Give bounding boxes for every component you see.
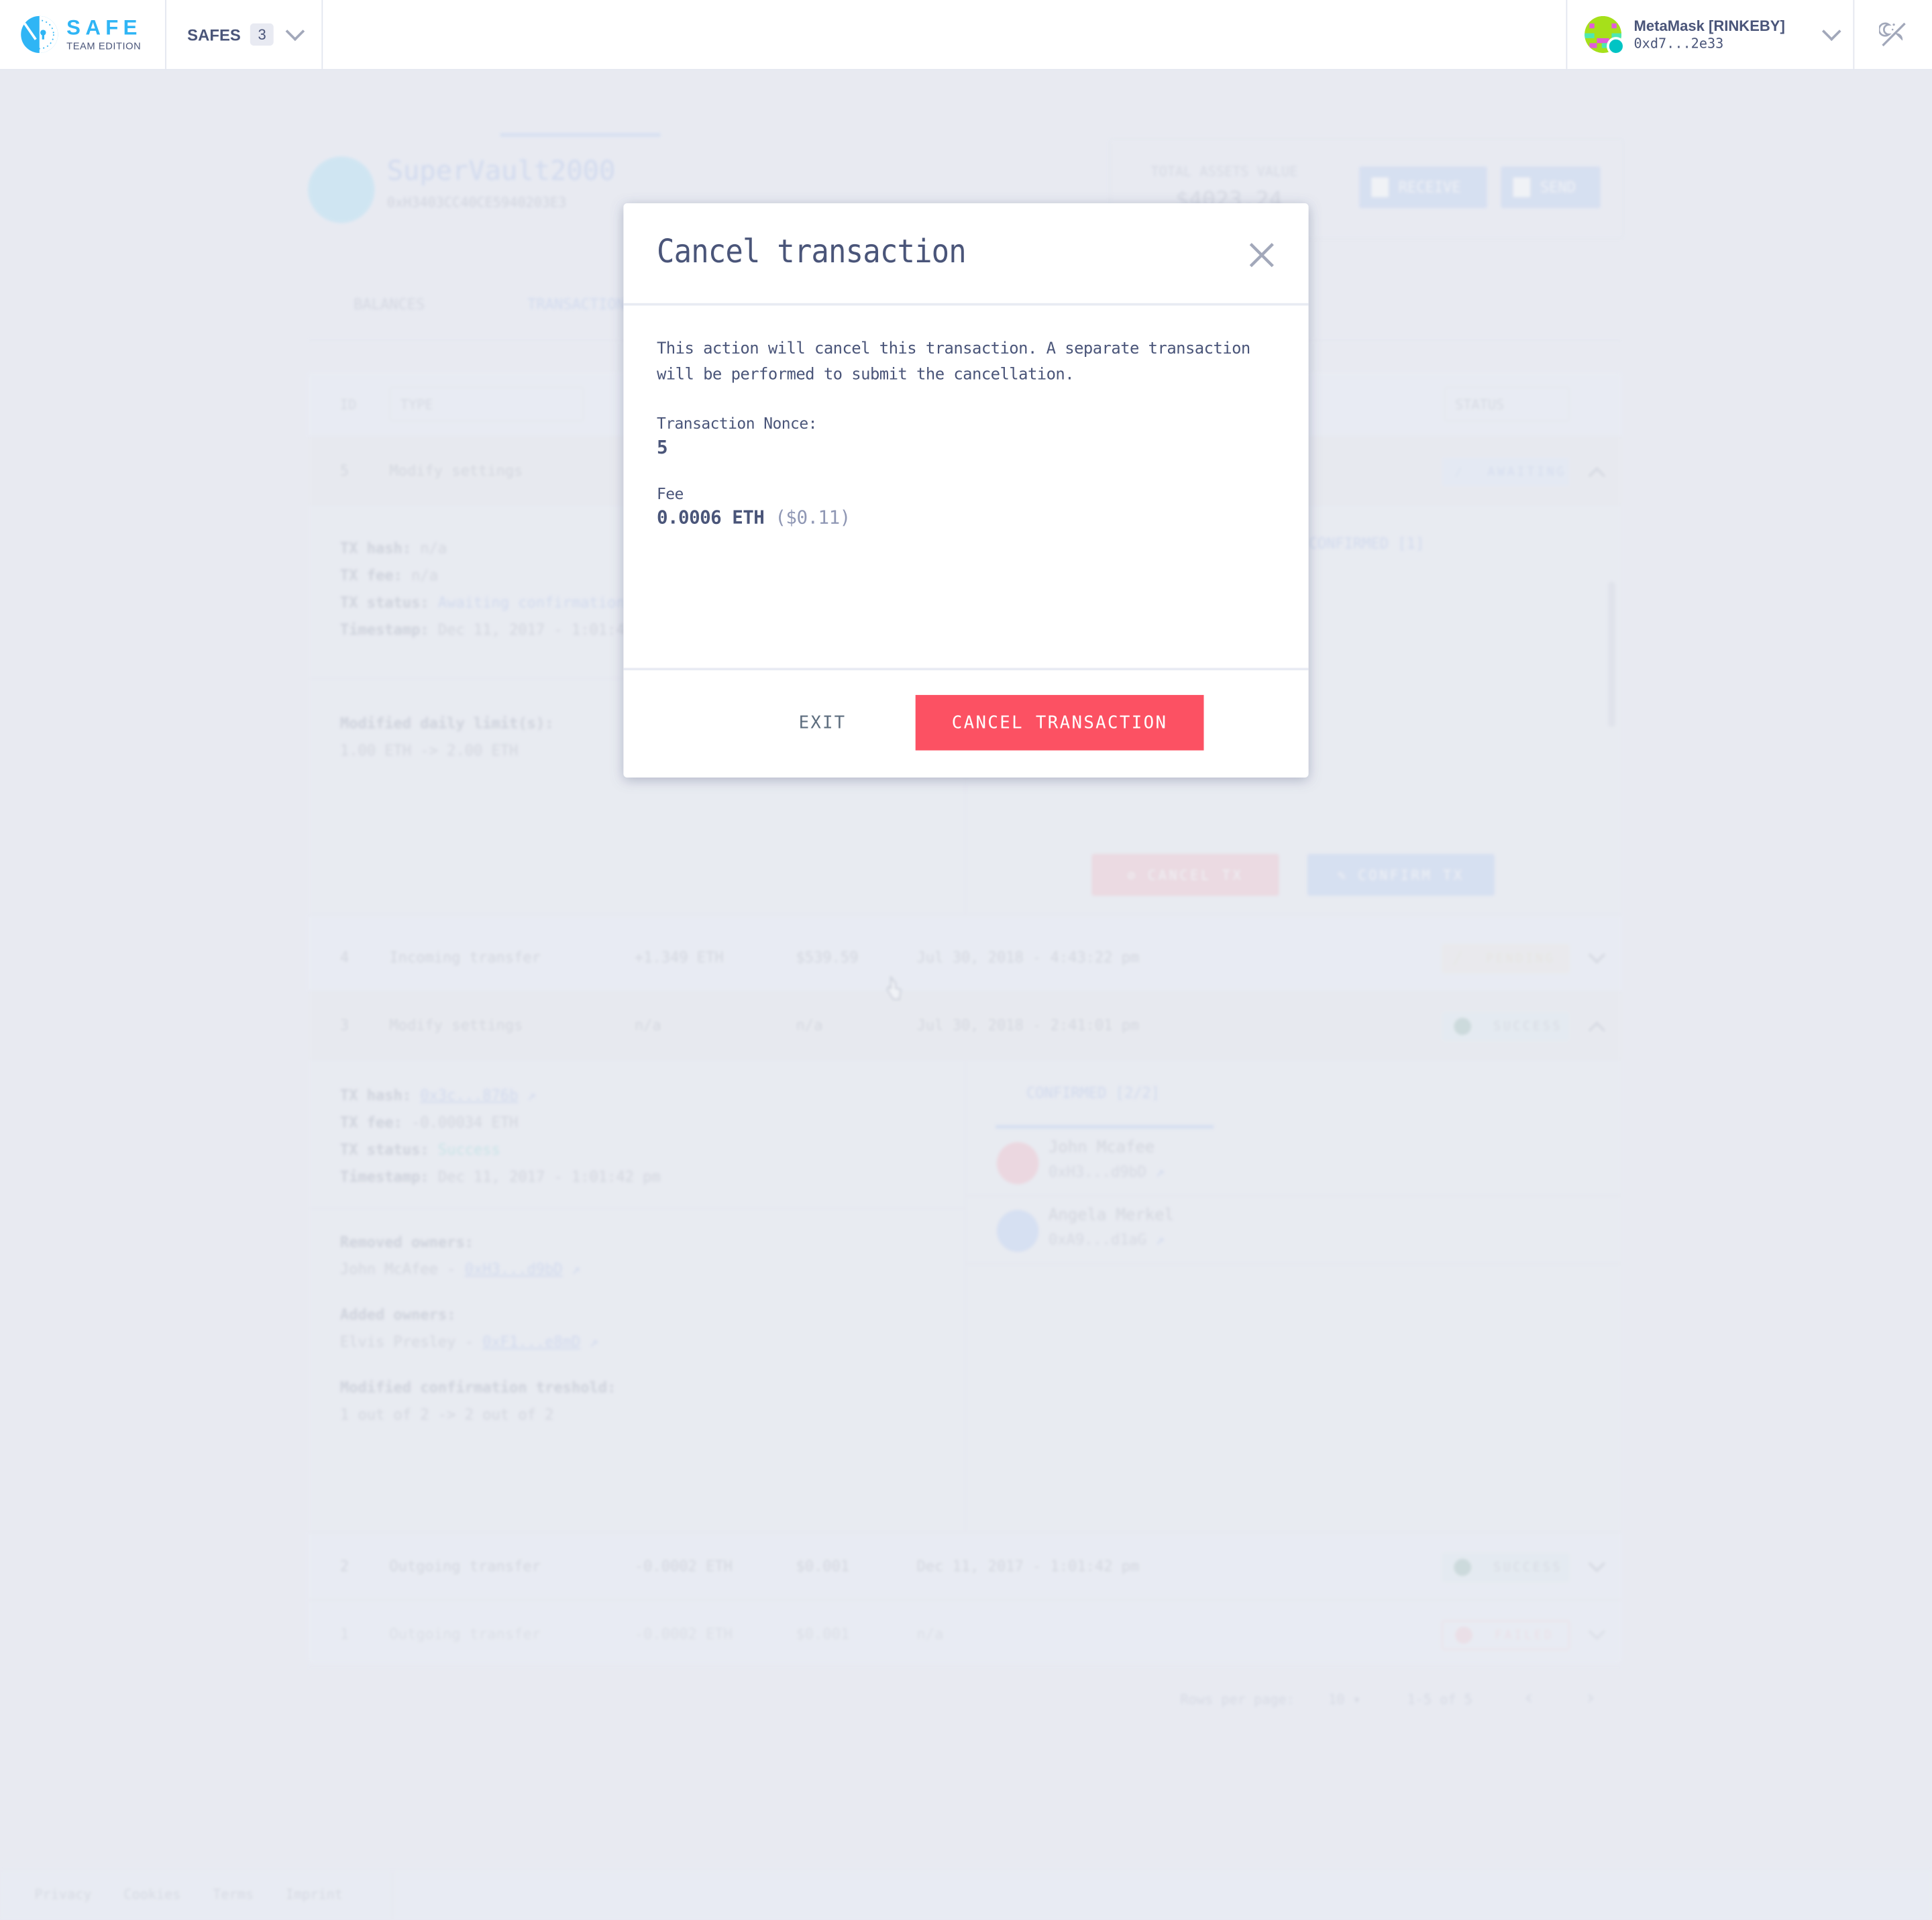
theme-toggle-button[interactable] [1854, 0, 1932, 69]
cancel-transaction-button[interactable]: CANCEL TRANSACTION [915, 694, 1204, 751]
safe-logo-icon [19, 15, 59, 54]
safes-count-badge: 3 [250, 23, 274, 46]
fee-value: 0.0006 ETH ($0.11) [657, 506, 1273, 529]
logo[interactable]: SAFE TEAM EDITION [0, 0, 166, 69]
dialog-description: This action will cancel this transaction… [656, 339, 1250, 385]
fee-eth: 0.0006 ETH [656, 506, 765, 529]
nonce-label: Transaction Nonce: [656, 414, 817, 433]
account-name: MetaMask [RINKEBY] [1633, 17, 1785, 34]
top-bar-spacer [323, 0, 1568, 69]
fee-fiat: ($0.11) [775, 506, 851, 529]
cancel-transaction-dialog: Cancel transaction This action will canc… [623, 203, 1309, 778]
nonce-value: 5 [656, 436, 668, 459]
account-address: 0xd7...2e33 [1633, 35, 1724, 52]
top-bar: SAFE TEAM EDITION SAFES 3 MetaMask [RINK… [0, 0, 1932, 70]
safes-dropdown[interactable]: SAFES 3 [166, 0, 323, 69]
logo-subtitle: TEAM EDITION [66, 40, 142, 52]
account-avatar [1585, 15, 1625, 56]
fee-label: Fee [656, 484, 684, 503]
dialog-header: Cancel transaction [623, 203, 1309, 306]
chevron-down-icon [1821, 21, 1841, 42]
account-menu[interactable]: MetaMask [RINKEBY] 0xd7...2e33 [1567, 0, 1855, 69]
day-night-toggle-icon [1878, 22, 1905, 47]
exit-button[interactable]: EXIT [758, 695, 888, 751]
safes-label: SAFES [187, 25, 241, 44]
chevron-down-icon [285, 21, 305, 42]
dialog-body: This action will cancel this transaction… [657, 336, 1273, 529]
dialog-title: Cancel transaction [656, 233, 967, 272]
logo-title: SAFE [66, 15, 142, 40]
close-icon[interactable] [1247, 240, 1277, 270]
connection-status-dot [1607, 37, 1625, 56]
